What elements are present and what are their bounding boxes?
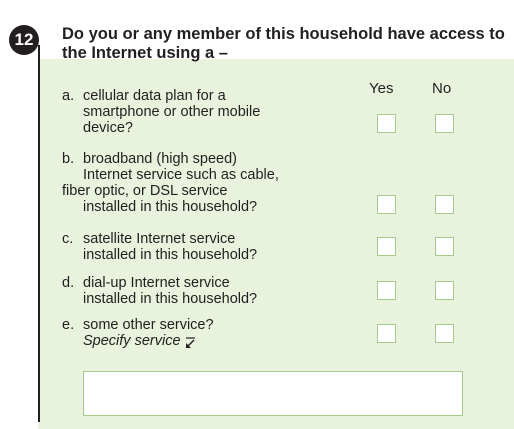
item-line: cellular data plan for a [83,88,226,104]
specify-service-input[interactable] [83,371,463,416]
item-line: installed in this household? [83,291,258,307]
column-header-no: No [432,80,452,97]
item-line: installed in this household? [83,199,258,215]
item-d: d. dial-up Internet service installed in… [62,275,362,307]
specify-label: Specify service [83,333,181,349]
item-a-no-checkbox[interactable] [435,114,454,133]
question-text: Do you or any member of this household h… [62,25,505,62]
item-b-yes-checkbox[interactable] [377,195,396,214]
item-e-yes-checkbox[interactable] [377,324,396,343]
item-a-yes-checkbox[interactable] [377,114,396,133]
item-c-yes-checkbox[interactable] [377,237,396,256]
item-e: e. some other service? Specify service [62,317,362,349]
question-rule [38,45,40,422]
item-line: broadband (high speed) [83,151,237,167]
item-line: device? [83,120,133,136]
item-c-no-checkbox[interactable] [435,237,454,256]
item-d-no-checkbox[interactable] [435,281,454,300]
item-line: some other service? [83,317,214,333]
item-letter: e. [62,317,75,333]
item-letter: a. [62,88,75,104]
item-letter: d. [62,275,75,291]
item-line: installed in this household? [83,247,258,263]
item-line: satellite Internet service [83,231,236,247]
column-header-yes: Yes [369,80,394,97]
item-b-no-checkbox[interactable] [435,195,454,214]
item-d-yes-checkbox[interactable] [377,281,396,300]
item-line: fiber optic, or DSL service [62,183,228,199]
item-a: a. cellular data plan for a smartphone o… [62,88,362,136]
item-b: b. broadband (high speed) Internet servi… [62,151,362,215]
arrow-down-left-icon [185,337,195,348]
item-c: c. satellite Internet service installed … [62,231,362,263]
item-line: dial-up Internet service [83,275,230,291]
item-letter: b. [62,151,75,167]
question-number: 12 [14,30,34,49]
item-letter: c. [62,231,74,247]
question-number-badge: 12 [9,25,39,55]
item-line: Internet service such as cable, [83,167,279,183]
item-line: smartphone or other mobile [83,104,261,120]
item-e-no-checkbox[interactable] [435,324,454,343]
